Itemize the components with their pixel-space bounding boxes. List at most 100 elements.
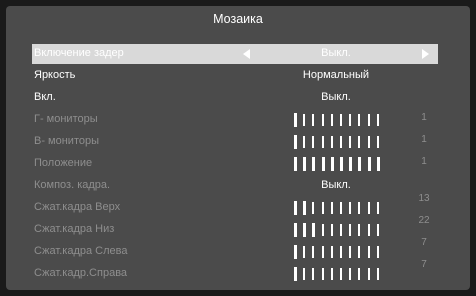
row-number: 22 (418, 215, 430, 226)
slider-tick (367, 157, 371, 171)
row-label: Сжат.кадра Верх (34, 201, 121, 213)
slider-tick (321, 202, 324, 214)
slider-tick (349, 136, 352, 148)
slider-tick (376, 202, 379, 214)
slider-tick (321, 114, 324, 126)
slider-tick (294, 113, 297, 127)
level-slider[interactable] (294, 267, 386, 281)
slider-tick (321, 246, 324, 258)
row-number: 7 (421, 259, 427, 270)
slider-tick (330, 136, 333, 148)
slider-tick (294, 201, 297, 215)
slider-tick (294, 267, 297, 281)
slider-tick (358, 224, 361, 236)
slider-tick (340, 157, 343, 171)
slider-tick (330, 224, 333, 236)
row-number: 1 (421, 156, 427, 167)
slider-tick (340, 202, 342, 214)
level-slider[interactable] (294, 223, 386, 237)
row-value: Нормальный (302, 69, 370, 81)
slider-tick (340, 246, 342, 258)
row-frame-comp[interactable]: Композ. кадра. Выкл. (32, 176, 438, 196)
slider-tick (358, 157, 362, 171)
row-label: Яркость (34, 69, 76, 81)
slider-tick (367, 224, 370, 236)
row-value: Выкл. (321, 47, 351, 59)
slider-tick (367, 202, 370, 214)
slider-tick (303, 246, 306, 258)
slider-tick (340, 268, 342, 280)
slider-tick (321, 157, 325, 171)
row-enable[interactable]: Вкл. Выкл. (32, 88, 438, 108)
level-slider[interactable] (294, 135, 386, 149)
slider-tick (330, 202, 333, 214)
slider-tick (349, 114, 352, 126)
row-number: 1 (421, 134, 427, 145)
slider-tick (349, 202, 352, 214)
slider-tick (294, 135, 297, 149)
row-label: Вкл. (34, 91, 56, 103)
slider-tick (358, 246, 361, 258)
row-label: Г- мониторы (34, 113, 98, 125)
arrow-left-icon[interactable] (243, 49, 250, 59)
slider-tick (358, 114, 361, 126)
slider-tick (340, 114, 342, 126)
slider-tick (294, 245, 297, 259)
row-frame-bottom[interactable]: Сжат.кадра Низ 22 (32, 215, 438, 240)
slider-tick (312, 246, 315, 258)
slider-tick (303, 157, 307, 171)
slider-tick (312, 136, 315, 148)
slider-tick (367, 136, 370, 148)
level-slider[interactable] (294, 113, 386, 127)
row-value: Выкл. (321, 179, 351, 191)
slider-tick (303, 223, 307, 237)
row-label: Композ. кадра. (34, 179, 111, 191)
slider-tick (303, 136, 306, 148)
row-position[interactable]: Положение 1 (32, 154, 438, 174)
slider-tick (330, 157, 334, 171)
row-frame-left[interactable]: Сжат.кадра Слева 7 (32, 237, 438, 262)
slider-tick (349, 224, 352, 236)
slider-tick (340, 224, 342, 236)
row-number: 13 (418, 193, 430, 204)
arrow-right-icon[interactable] (422, 49, 429, 59)
slider-tick (349, 246, 352, 258)
slider-tick (376, 157, 380, 171)
menu-title: Мозаика (213, 12, 263, 26)
level-slider[interactable] (294, 201, 386, 215)
slider-tick (349, 268, 352, 280)
level-slider[interactable] (294, 157, 386, 171)
slider-tick (330, 246, 333, 258)
slider-tick (358, 136, 361, 148)
row-number: 7 (421, 237, 427, 248)
slider-tick (312, 223, 316, 237)
slider-tick (376, 246, 379, 258)
slider-tick (376, 136, 379, 148)
level-slider[interactable] (294, 245, 386, 259)
row-label: Сжат.кадра Слева (34, 245, 128, 257)
slider-tick (312, 114, 315, 126)
slider-tick (321, 224, 324, 236)
row-v-monitors[interactable]: В- мониторы 1 (32, 132, 438, 152)
row-value: Выкл. (321, 91, 351, 103)
row-h-monitors[interactable]: Г- мониторы 1 (32, 110, 438, 130)
row-frame-right[interactable]: Сжат.кадр.Справа 7 (32, 259, 438, 284)
row-brightness[interactable]: Яркость Нормальный (32, 66, 438, 86)
mosaic-osd-panel: Мозаика Включение задер Выкл. Яркость Но… (6, 6, 470, 290)
slider-tick (367, 246, 370, 258)
row-delay-on[interactable]: Включение задер Выкл. (32, 44, 438, 64)
row-label: Сжат.кадр.Справа (34, 267, 128, 279)
row-number: 1 (421, 112, 427, 123)
slider-tick (303, 268, 306, 280)
slider-tick (330, 114, 333, 126)
slider-tick (367, 268, 370, 280)
row-frame-top[interactable]: Сжат.кадра Верх 13 (32, 193, 438, 218)
row-label: Сжат.кадра Низ (34, 223, 115, 235)
slider-tick (321, 136, 324, 148)
row-label: В- мониторы (34, 135, 100, 147)
slider-tick (376, 268, 379, 280)
slider-tick (303, 201, 307, 215)
slider-tick (294, 223, 297, 237)
slider-tick (367, 114, 370, 126)
slider-tick (376, 114, 379, 126)
